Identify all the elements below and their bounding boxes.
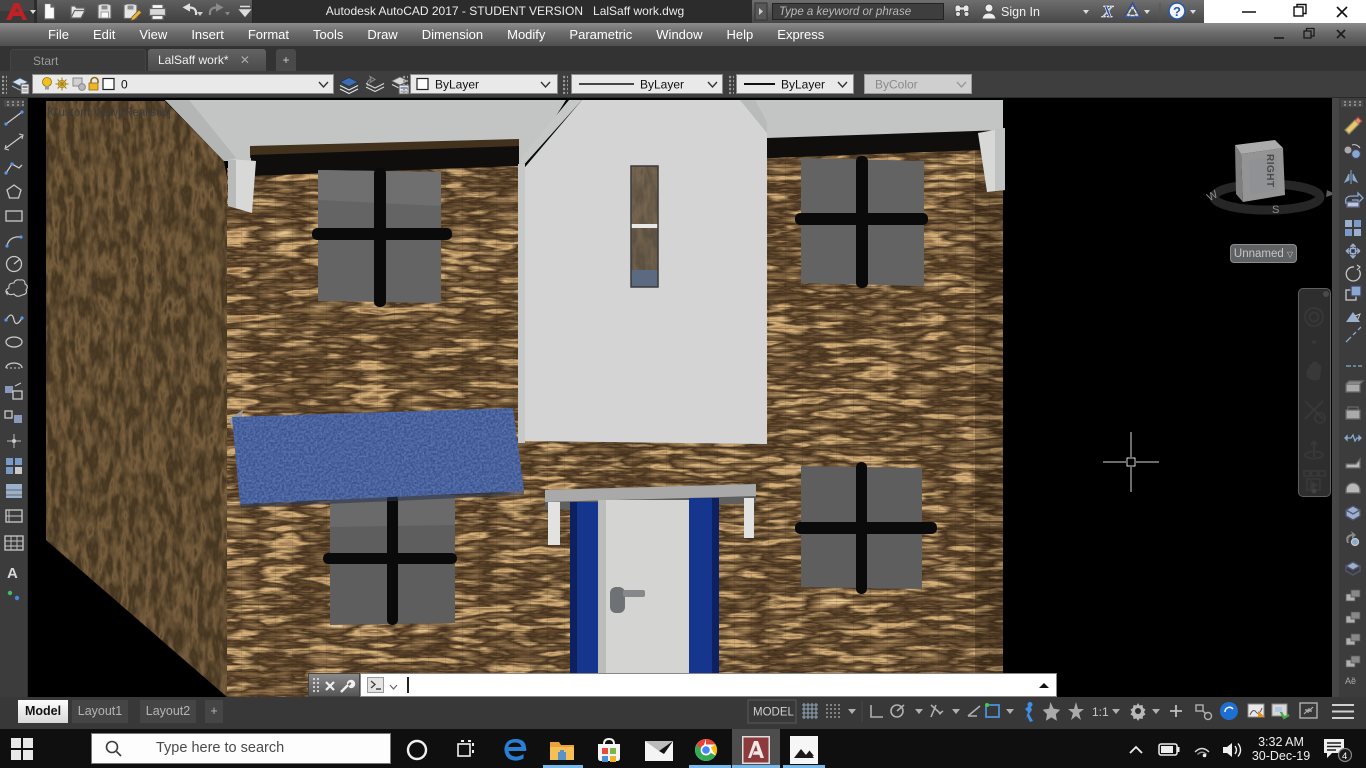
svg-text:?: ?: [1173, 4, 1181, 19]
svg-text:MODEL: MODEL: [753, 707, 795, 719]
svg-text:RIGHT: RIGHT: [1264, 154, 1275, 188]
svg-text:A: A: [7, 565, 18, 582]
svg-text:Sign In: Sign In: [1001, 5, 1040, 19]
svg-text:4: 4: [1342, 751, 1347, 762]
svg-text:ByColor: ByColor: [875, 78, 918, 92]
svg-text:X: X: [1101, 2, 1114, 21]
svg-text:Aȅ: Aȅ: [1345, 676, 1356, 686]
svg-text:ByLayer: ByLayer: [781, 78, 825, 92]
svg-text:ByLayer: ByLayer: [640, 78, 684, 92]
svg-text:ByLayer: ByLayer: [435, 78, 479, 92]
svg-text:S: S: [1272, 204, 1279, 216]
svg-text:0: 0: [121, 78, 128, 92]
svg-text:1:1: 1:1: [1092, 705, 1109, 719]
